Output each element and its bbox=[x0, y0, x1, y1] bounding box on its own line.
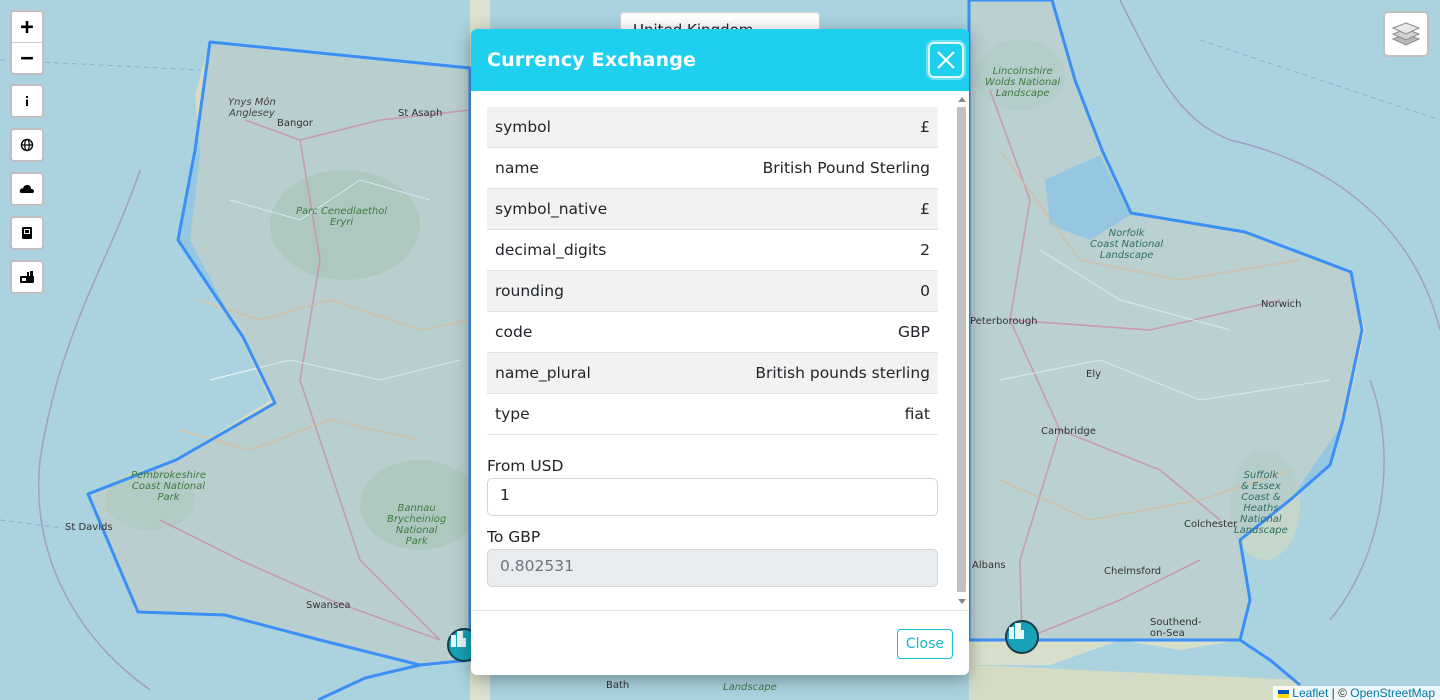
city-icon bbox=[451, 631, 466, 647]
osm-link[interactable]: OpenStreetMap bbox=[1350, 686, 1435, 700]
row-value: £ bbox=[668, 107, 938, 148]
flag-icon bbox=[1278, 689, 1290, 698]
news-button[interactable] bbox=[10, 260, 44, 294]
place-label: Suffolk & Essex Coast & Heaths National … bbox=[1234, 470, 1288, 536]
to-gbp-output: 0.802531 bbox=[487, 549, 938, 587]
place-label: St Asaph bbox=[398, 108, 443, 119]
place-label: Norfolk Coast National Landscape bbox=[1090, 228, 1164, 261]
table-row: name British Pound Sterling bbox=[487, 147, 938, 189]
table-row: name_plural British pounds sterling bbox=[487, 352, 938, 394]
table-row: symbol £ bbox=[487, 107, 938, 148]
row-key: rounding bbox=[487, 270, 669, 312]
city-icon bbox=[1009, 623, 1024, 639]
place-label: Ely bbox=[1086, 369, 1102, 380]
table-row: symbol_native £ bbox=[487, 188, 938, 230]
from-usd-label: From USD bbox=[487, 457, 564, 475]
place-label: Colchester bbox=[1184, 519, 1238, 530]
zoom-out-button[interactable]: − bbox=[12, 42, 42, 73]
place-label: Bath bbox=[606, 680, 630, 691]
row-value: British Pound Sterling bbox=[668, 147, 938, 189]
place-label: Norwich bbox=[1261, 299, 1302, 310]
row-value: fiat bbox=[668, 393, 938, 435]
place-label: Pembrokeshire Coast National Park bbox=[131, 470, 207, 503]
layers-control[interactable] bbox=[1383, 11, 1429, 57]
city-marker[interactable] bbox=[1005, 620, 1039, 654]
place-label: Swansea bbox=[306, 600, 351, 611]
place-label: Albans bbox=[972, 560, 1006, 571]
place-label: Landscape bbox=[723, 682, 777, 693]
row-key: code bbox=[487, 311, 669, 353]
layers-icon bbox=[1392, 22, 1420, 46]
table-row: decimal_digits 2 bbox=[487, 229, 938, 271]
news-icon bbox=[20, 271, 34, 283]
to-gbp-label: To GBP bbox=[487, 528, 541, 546]
zoom-in-button[interactable]: + bbox=[12, 12, 42, 42]
leaflet-link[interactable]: Leaflet bbox=[1292, 686, 1328, 700]
cloud-icon bbox=[19, 184, 34, 193]
row-value: £ bbox=[668, 188, 938, 230]
modal-footer: Close bbox=[471, 610, 969, 675]
scroll-down-arrow[interactable] bbox=[958, 599, 966, 604]
row-value: 2 bbox=[668, 229, 938, 271]
place-label: Bangor bbox=[277, 118, 313, 129]
row-value: British pounds sterling bbox=[668, 352, 938, 394]
table-row: rounding 0 bbox=[487, 270, 938, 312]
place-label: Ynys Môn Anglesey bbox=[228, 97, 276, 119]
scroll-up-arrow[interactable] bbox=[958, 97, 966, 102]
place-label: Southend- on-Sea bbox=[1150, 617, 1202, 639]
row-key: name_plural bbox=[487, 352, 669, 394]
from-usd-input[interactable]: 1 bbox=[487, 478, 938, 516]
currency-exchange-modal: Currency Exchange symbol £ name British Po… bbox=[471, 29, 969, 675]
table-row: code GBP bbox=[487, 311, 938, 353]
globe-icon bbox=[20, 138, 34, 152]
row-key: symbol bbox=[487, 107, 669, 148]
row-value: 0 bbox=[668, 270, 938, 312]
table-row: type fiat bbox=[487, 393, 938, 435]
modal-header: Currency Exchange bbox=[471, 29, 969, 91]
modal-title: Currency Exchange bbox=[487, 49, 697, 71]
place-label: Peterborough bbox=[970, 316, 1038, 327]
row-key: name bbox=[487, 147, 669, 189]
weather-button[interactable] bbox=[10, 172, 44, 206]
globe-button[interactable] bbox=[10, 128, 44, 162]
row-value: GBP bbox=[668, 311, 938, 353]
row-key: symbol_native bbox=[487, 188, 669, 230]
modal-close-x-button[interactable] bbox=[928, 42, 964, 78]
wikipedia-button[interactable] bbox=[10, 216, 44, 250]
place-label: Chelmsford bbox=[1104, 566, 1162, 577]
scroll-thumb[interactable] bbox=[957, 107, 966, 592]
currency-table: symbol £ name British Pound Sterling symbo… bbox=[487, 107, 938, 435]
place-label: Parc Cenedlaethol Eryri bbox=[296, 206, 388, 228]
place-label: Lincolnshire Wolds National Landscape bbox=[985, 66, 1061, 99]
close-icon bbox=[937, 51, 955, 69]
attribution-separator: | © bbox=[1328, 686, 1351, 700]
close-button[interactable]: Close bbox=[896, 629, 953, 659]
place-label: Bannau Brycheiniog National Park bbox=[387, 503, 447, 547]
modal-scrollbar[interactable] bbox=[956, 93, 967, 608]
modal-body[interactable]: symbol £ name British Pound Sterling symbo… bbox=[471, 91, 969, 611]
info-button[interactable] bbox=[10, 84, 44, 118]
zoom-control: + − bbox=[10, 10, 44, 75]
place-label: Cambridge bbox=[1041, 426, 1096, 437]
row-key: type bbox=[487, 393, 669, 435]
book-icon bbox=[22, 227, 32, 239]
map-attribution: Leaflet | © OpenStreetMap bbox=[1273, 686, 1440, 700]
info-icon bbox=[26, 96, 28, 106]
row-key: decimal_digits bbox=[487, 229, 669, 271]
place-label: St Davids bbox=[65, 522, 113, 533]
